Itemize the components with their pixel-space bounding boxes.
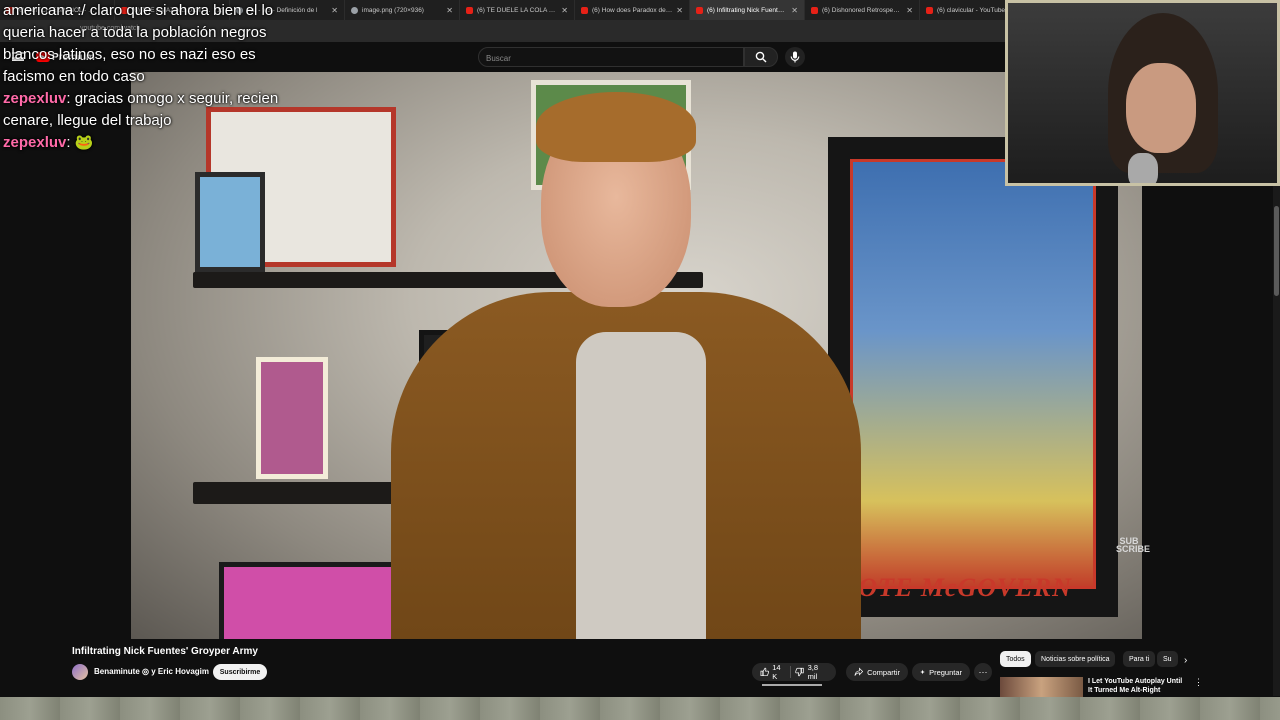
chat-username: zepexluv [3, 134, 67, 151]
background-strip [0, 697, 1280, 720]
presenter-shirt [576, 332, 706, 639]
share-label: Compartir [867, 667, 900, 677]
subscribe-watermark[interactable]: SUB SCRIBE [1116, 537, 1150, 554]
chat-text: americana :/ claro que si ahora bien el … [3, 2, 274, 85]
tab-title: (6) TE DUELE LA COLA - YouT [477, 6, 557, 14]
sparkle-icon [920, 669, 925, 675]
search-button[interactable] [744, 47, 778, 67]
more-icon: ··· [978, 667, 988, 677]
search-icon [755, 51, 767, 63]
tab-close-icon[interactable]: ✕ [676, 6, 683, 15]
chat-message: zepexluv: 🐸 [3, 132, 303, 154]
tab-favicon-icon [466, 6, 473, 14]
tab-close-icon[interactable]: ✕ [906, 6, 913, 15]
dislike-count: 3,8 mil [807, 663, 819, 681]
chat-username: zepexluv [3, 90, 67, 107]
channel-name[interactable]: Benaminute ◎ y Eric Hovagim [94, 667, 209, 676]
filter-chip[interactable]: Para ti [1123, 651, 1156, 667]
like-count: 14 K [772, 663, 781, 681]
tab-close-icon[interactable]: ✕ [561, 6, 568, 15]
chat-text: 🐸 [74, 134, 94, 151]
chat-message: americana :/ claro que si ahora bien el … [3, 0, 303, 88]
voice-search-button[interactable] [785, 47, 805, 67]
scrollbar-thumb[interactable] [1274, 206, 1279, 296]
chat-separator: : [66, 134, 75, 151]
thumbs-down-icon [795, 667, 805, 677]
video-title: Infiltrating Nick Fuentes' Groyper Army [72, 646, 258, 657]
tab-title: image.png (720×936) [362, 6, 424, 14]
microphone [1128, 153, 1158, 183]
microphone-icon [790, 51, 800, 63]
filter-chip[interactable]: Noticias sobre política [1035, 651, 1116, 667]
browser-tab[interactable]: (6) Dishonored Retrospective ✕ [805, 0, 920, 20]
presenter-hair [536, 92, 696, 162]
poster-artwork [850, 159, 1096, 589]
tab-favicon-icon [811, 6, 818, 14]
search-input[interactable] [479, 48, 728, 69]
page-scrollbar[interactable] [1273, 186, 1280, 696]
stream-chat-overlay: americana :/ claro que si ahora bien el … [3, 0, 303, 154]
tab-favicon-icon [696, 6, 703, 14]
tab-title: (6) How does Paradox deal w [592, 6, 673, 14]
like-dislike-group: 14 K 3,8 mil [752, 663, 836, 681]
filter-chip[interactable]: Todos [1000, 651, 1031, 667]
chat-separator: : [66, 90, 75, 107]
tab-close-icon[interactable]: ✕ [331, 6, 338, 15]
tab-favicon-icon [926, 6, 933, 14]
browser-tab[interactable]: (6) TE DUELE LA COLA - YouT ✕ [460, 0, 575, 20]
tab-favicon-icon [581, 6, 588, 14]
share-button[interactable]: Compartir [846, 663, 908, 681]
more-actions-button[interactable]: ··· [974, 663, 992, 681]
chevron-right-icon[interactable]: › [1184, 655, 1187, 666]
like-button[interactable]: 14 K [760, 663, 786, 681]
share-icon [854, 667, 864, 676]
browser-tab[interactable]: (6) How does Paradox deal w ✕ [575, 0, 690, 20]
recommendation-thumbnail[interactable] [1000, 677, 1083, 697]
thumbs-up-icon [760, 667, 770, 677]
browser-tab[interactable]: image.png (720×936) ✕ [345, 0, 460, 20]
dog-portrait-frame [195, 172, 265, 272]
ask-label: Preguntar [929, 667, 962, 677]
recommendation-title[interactable]: I Let YouTube Autoplay Until It Turned M… [1088, 677, 1188, 695]
like-divider [790, 666, 792, 678]
dislike-button[interactable]: 3,8 mil [795, 663, 828, 681]
recommendation-more-icon[interactable]: ⋮ [1194, 677, 1203, 688]
like-ratio-bar [762, 684, 822, 686]
chat-message: zepexluv: gracias omogo x seguir, recien… [3, 88, 303, 132]
video-player[interactable]: VOTE McGOVERN [131, 72, 1142, 639]
tab-favicon-icon [351, 6, 358, 14]
tab-close-icon[interactable]: ✕ [446, 6, 453, 15]
tab-close-icon[interactable]: ✕ [791, 6, 798, 15]
lamp-display [256, 357, 328, 479]
tab-title: (6) Dishonored Retrospective [822, 6, 903, 14]
ask-button[interactable]: Preguntar [912, 663, 970, 681]
filter-chip[interactable]: Su [1157, 651, 1178, 667]
channel-avatar[interactable] [72, 664, 88, 680]
subscribe-button[interactable]: Suscribirme [213, 664, 267, 680]
tab-title: (6) Infiltrating Nick Fuentes' G [707, 6, 788, 14]
streamer-face [1126, 63, 1196, 153]
poster-caption: VOTE McGOVERN [840, 573, 1072, 602]
framed-political-poster: VOTE McGOVERN [828, 137, 1118, 617]
browser-tab[interactable]: (6) Infiltrating Nick Fuentes' G ✕ [690, 0, 805, 20]
search-box[interactable] [478, 47, 744, 69]
lower-poster-frame [219, 562, 399, 639]
streamer-webcam [1005, 0, 1280, 186]
